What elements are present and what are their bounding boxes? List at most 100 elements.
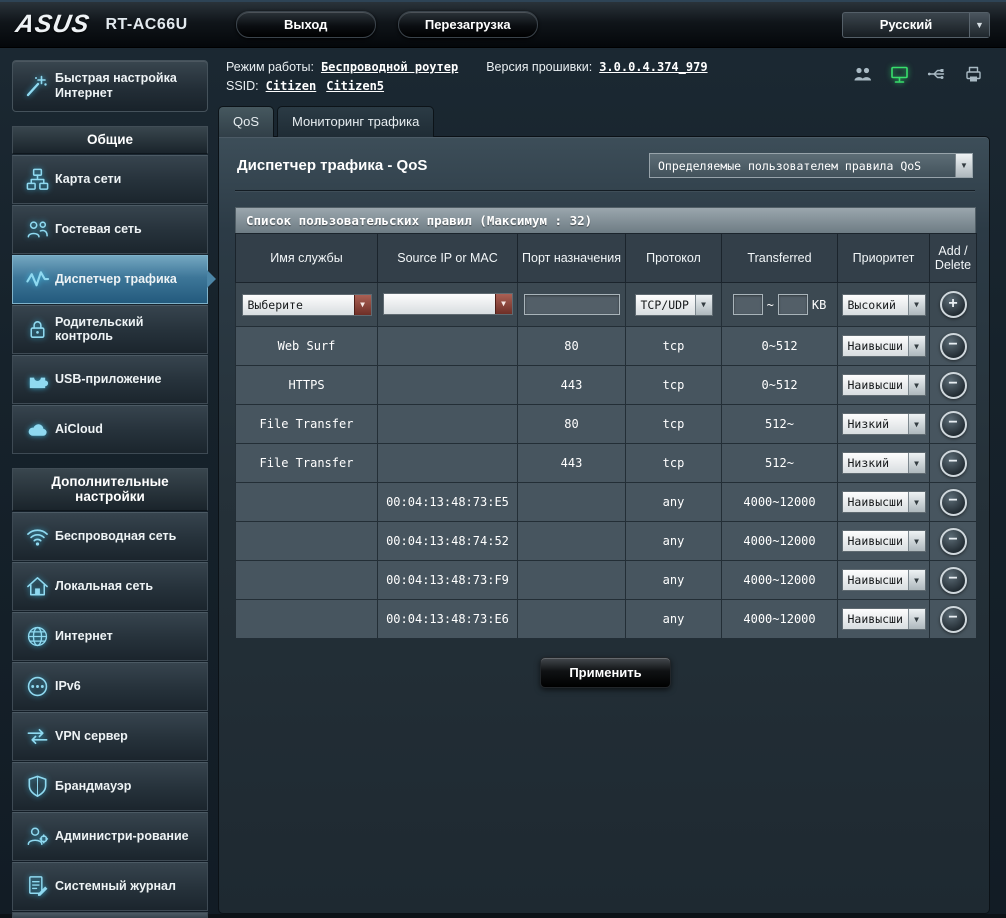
sidebar-item-label: Гостевая сеть — [55, 222, 142, 236]
rules-table-wrap: Список пользовательских правил (Максимум… — [235, 207, 976, 688]
priority-select[interactable]: Высокий — [842, 294, 926, 316]
chevron-down-icon — [908, 609, 925, 629]
sidebar-item-firewall[interactable]: Брандмауэр — [12, 762, 208, 811]
sidebar-item-traffic-manager[interactable]: Диспетчер трафика — [12, 255, 208, 304]
port-cell — [518, 600, 626, 639]
table-row: 00:04:13:48:74:52 any 4000~12000 Наивысш… — [236, 522, 977, 561]
delete-rule-button[interactable] — [940, 567, 967, 594]
clients-icon[interactable] — [852, 64, 873, 84]
priority-select[interactable]: Низкий — [842, 452, 926, 474]
source-select[interactable] — [383, 293, 513, 315]
language-select[interactable]: Русский — [842, 12, 990, 38]
table-row: Web Surf 80 tcp 0~512 Наивысши — [236, 327, 977, 366]
service-cell — [236, 561, 378, 600]
firmware-version-link[interactable]: 3.0.0.4.374_979 — [599, 60, 707, 74]
sidebar-item-label: VPN сервер — [55, 729, 128, 743]
priority-select[interactable]: Наивысши — [842, 374, 926, 396]
port-cell — [518, 483, 626, 522]
col-protocol: Протокол — [626, 234, 722, 283]
priority-value: Наивысши — [843, 492, 908, 512]
sidebar-item-system-log[interactable]: Системный журнал — [12, 862, 208, 911]
table-row: 00:04:13:48:73:E5 any 4000~12000 Наивысш… — [236, 483, 977, 522]
firmware-label: Версия прошивки: — [486, 60, 592, 74]
delete-rule-button[interactable] — [940, 489, 967, 516]
service-cell — [236, 483, 378, 522]
usb-device-icon[interactable] — [926, 64, 947, 84]
service-cell: Web Surf — [236, 327, 378, 366]
transferred-cell: 0~512 — [722, 366, 838, 405]
system-log-icon — [19, 874, 55, 899]
sidebar-item-aicloud[interactable]: AiCloud — [12, 405, 208, 454]
priority-select[interactable]: Низкий — [842, 413, 926, 435]
qos-panel: Диспетчер трафика - QoS Определяемые пол… — [218, 136, 990, 914]
port-cell — [518, 561, 626, 600]
sidebar: Быстрая настройка Интернет Общие Карта с… — [12, 60, 208, 914]
sidebar-item-administration[interactable]: Администри-рование — [12, 812, 208, 861]
topbar: ASUS RT-AC66U Выход Перезагрузка Русский — [0, 0, 1006, 48]
ssid-link-1[interactable]: Citizen — [266, 79, 317, 93]
sidebar-item-usb-application[interactable]: USB-приложение — [12, 355, 208, 404]
service-name-select[interactable]: Выберите — [242, 294, 372, 316]
vpn-icon — [19, 724, 55, 749]
sidebar-item-vpn-server[interactable]: VPN сервер — [12, 712, 208, 761]
priority-select[interactable]: Наивысши — [842, 569, 926, 591]
delete-rule-button[interactable] — [940, 411, 967, 438]
chevron-down-icon — [908, 453, 925, 473]
priority-value: Наивысши — [843, 336, 908, 356]
sidebar-item-guest-network[interactable]: Гостевая сеть — [12, 205, 208, 254]
delete-rule-button[interactable] — [940, 528, 967, 555]
apply-button[interactable]: Применить — [540, 657, 670, 688]
sidebar-item-wan[interactable]: Интернет — [12, 612, 208, 661]
sidebar-item-network-map[interactable]: Карта сети — [12, 155, 208, 204]
sidebar-item-parental-control[interactable]: Родительский контроль — [12, 305, 208, 354]
sidebar-item-label: Родительский контроль — [55, 315, 203, 344]
sidebar-item-lan[interactable]: Локальная сеть — [12, 562, 208, 611]
logout-button[interactable]: Выход — [236, 11, 376, 38]
printer-icon[interactable] — [963, 64, 984, 84]
source-cell — [378, 366, 518, 405]
guest-network-icon — [19, 217, 55, 242]
sidebar-item-wireless[interactable]: Беспроводная сеть — [12, 512, 208, 561]
tab-traffic-monitor[interactable]: Мониторинг трафика — [277, 106, 434, 137]
protocol-cell: tcp — [626, 366, 722, 405]
delete-rule-button[interactable] — [940, 450, 967, 477]
sidebar-item-label: Системный журнал — [55, 879, 176, 893]
qos-type-select[interactable]: Определяемые пользователем правила QoS — [649, 153, 973, 178]
firewall-icon — [19, 774, 55, 799]
internet-icon — [19, 624, 55, 649]
protocol-select[interactable]: TCP/UDP — [635, 294, 713, 316]
sidebar-item-cutoff — [12, 912, 208, 918]
ssid-link-2[interactable]: Citizen5 — [326, 79, 384, 93]
sidebar-item-label: Интернет — [55, 629, 113, 643]
delete-rule-button[interactable] — [940, 606, 967, 633]
chevron-down-icon — [955, 154, 972, 177]
transferred-min-input[interactable] — [733, 294, 763, 315]
service-cell — [236, 522, 378, 561]
priority-select[interactable]: Наивысши — [842, 608, 926, 630]
operation-mode-link[interactable]: Беспроводной роутер — [321, 60, 458, 74]
priority-value: Наивысши — [843, 609, 908, 629]
priority-select[interactable]: Наивысши — [842, 335, 926, 357]
sidebar-item-ipv6[interactable]: IPv6 — [12, 662, 208, 711]
service-name-value: Выберите — [243, 295, 354, 315]
delete-rule-button[interactable] — [940, 333, 967, 360]
wired-lan-icon[interactable] — [889, 64, 910, 84]
reboot-button[interactable]: Перезагрузка — [398, 11, 538, 38]
tab-qos[interactable]: QoS — [218, 106, 274, 137]
protocol-cell: any — [626, 561, 722, 600]
page-title: Диспетчер трафика - QoS — [237, 157, 427, 174]
delete-rule-button[interactable] — [940, 372, 967, 399]
add-rule-button[interactable] — [940, 291, 967, 318]
priority-value: Высокий — [843, 295, 908, 315]
chevron-down-icon — [354, 295, 371, 315]
transferred-max-input[interactable] — [778, 294, 808, 315]
col-transferred: Transferred — [722, 234, 838, 283]
priority-select[interactable]: Наивысши — [842, 491, 926, 513]
section-header-advanced: Дополнительные настройки — [12, 468, 208, 511]
info-header: Режим работы: Беспроводной роутер Версия… — [218, 60, 990, 98]
source-cell: 00:04:13:48:73:E6 — [378, 600, 518, 639]
quick-internet-setup-button[interactable]: Быстрая настройка Интернет — [12, 60, 208, 112]
table-row: File Transfer 80 tcp 512~ Низкий — [236, 405, 977, 444]
priority-select[interactable]: Наивысши — [842, 530, 926, 552]
destination-port-input[interactable] — [524, 294, 620, 315]
